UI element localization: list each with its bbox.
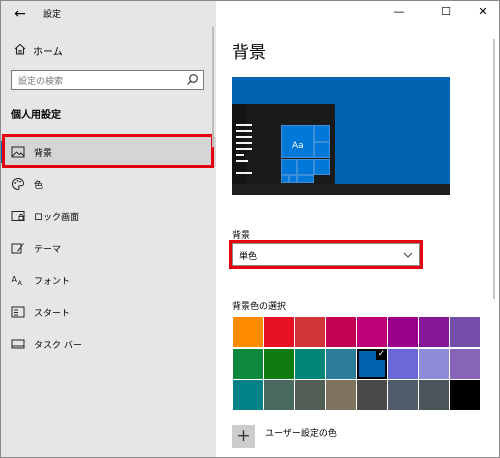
color-swatch[interactable] xyxy=(233,317,263,347)
content-scrollbar[interactable] xyxy=(493,39,495,299)
content-pane: — ☐ ✕ 背景 Aa 背景 単色 背景色の選択 ✓ + ユーザー設定の色 xyxy=(216,1,499,457)
color-swatch[interactable] xyxy=(419,348,449,379)
svg-text:A: A xyxy=(18,279,23,287)
color-swatch[interactable] xyxy=(357,317,387,347)
preview-line xyxy=(236,136,252,138)
theme-icon xyxy=(11,243,24,254)
checkmark-icon: ✓ xyxy=(376,348,387,360)
color-swatch[interactable] xyxy=(295,348,325,379)
sidebar-item-font[interactable]: A A フォント xyxy=(1,265,216,295)
preview-line xyxy=(236,154,244,156)
custom-color-label[interactable]: ユーザー設定の色 xyxy=(265,426,337,439)
search-icon[interactable] xyxy=(186,73,199,86)
color-swatch[interactable] xyxy=(450,317,480,347)
taskbar-icon xyxy=(11,339,25,349)
sidebar-scrollbar[interactable] xyxy=(212,27,214,147)
sidebar: ← 設定 ホーム 設定の検索 個人用設定 背景 色 ロック画面 テーマ A A … xyxy=(1,1,216,457)
color-swatch[interactable] xyxy=(233,380,263,410)
preview-tile xyxy=(314,159,330,175)
sidebar-item-theme[interactable]: テーマ xyxy=(1,233,216,263)
highlight-box-nav xyxy=(2,134,214,168)
search-box[interactable]: 設定の検索 xyxy=(11,70,204,90)
color-swatch[interactable] xyxy=(233,348,263,379)
sidebar-item-label: スタート xyxy=(34,309,71,319)
titlebar: ← 設定 xyxy=(1,1,216,27)
maximize-icon[interactable]: ☐ xyxy=(436,3,456,21)
home-link[interactable]: ホーム xyxy=(1,39,216,61)
preview-tile xyxy=(297,175,314,183)
color-swatch[interactable] xyxy=(388,380,418,410)
preview-line xyxy=(236,124,252,126)
preview-line xyxy=(236,148,252,150)
color-swatch[interactable] xyxy=(357,380,387,410)
preview-tile xyxy=(289,175,297,183)
minimize-icon[interactable]: — xyxy=(389,3,409,21)
color-swatch[interactable] xyxy=(264,348,294,379)
color-swatch[interactable] xyxy=(419,380,449,410)
color-swatch[interactable] xyxy=(295,380,325,410)
color-swatch[interactable] xyxy=(388,348,418,379)
sidebar-item-label: タスク バー xyxy=(34,341,82,351)
section-heading: 個人用設定 xyxy=(11,110,61,121)
sidebar-item-label: 色 xyxy=(34,181,44,191)
font-icon: A A xyxy=(12,275,23,287)
preview-line xyxy=(236,172,252,174)
color-swatch[interactable] xyxy=(326,380,356,410)
custom-color-button[interactable]: + xyxy=(232,425,255,448)
sidebar-item-label: フォント xyxy=(34,277,71,287)
sidebar-item-taskbar[interactable]: タスク バー xyxy=(1,329,216,359)
preview-line xyxy=(236,160,248,162)
app-title: 設定 xyxy=(43,10,62,20)
sidebar-item-label: ロック画面 xyxy=(34,213,80,223)
lock-screen-icon xyxy=(11,211,25,221)
color-swatch[interactable] xyxy=(419,317,449,347)
home-icon xyxy=(14,43,26,55)
preview-tile xyxy=(314,125,330,142)
settings-window: ← 設定 ホーム 設定の検索 個人用設定 背景 色 ロック画面 テーマ A A … xyxy=(0,0,500,458)
color-swatch[interactable] xyxy=(326,317,356,347)
close-icon[interactable]: ✕ xyxy=(473,3,493,21)
color-swatch[interactable] xyxy=(264,380,294,410)
color-swatch-grid: ✓ xyxy=(233,317,482,415)
color-swatch[interactable] xyxy=(264,317,294,347)
preview-line xyxy=(236,130,252,132)
highlight-box-dropdown xyxy=(229,240,423,269)
plus-icon: + xyxy=(236,426,251,446)
preview-line xyxy=(236,142,252,144)
color-swatch[interactable] xyxy=(450,348,480,379)
color-swatch[interactable] xyxy=(450,380,480,410)
page-title: 背景 xyxy=(232,43,266,63)
preview-tile xyxy=(297,159,314,175)
sidebar-item-color[interactable]: 色 xyxy=(1,169,216,199)
sidebar-item-start[interactable]: スタート xyxy=(1,297,216,327)
desktop-preview: Aa xyxy=(232,77,450,195)
palette-icon xyxy=(12,178,25,191)
home-label: ホーム xyxy=(33,47,63,58)
search-placeholder: 設定の検索 xyxy=(18,77,64,87)
preview-taskbar xyxy=(232,184,450,195)
preview-tile xyxy=(281,159,297,175)
back-arrow-icon[interactable]: ← xyxy=(11,5,29,23)
color-swatch[interactable] xyxy=(295,317,325,347)
start-icon xyxy=(11,306,25,318)
preview-tile xyxy=(281,175,289,183)
color-swatch[interactable] xyxy=(388,317,418,347)
color-swatch[interactable]: ✓ xyxy=(357,348,387,379)
sidebar-item-label: テーマ xyxy=(34,245,62,255)
preview-tile xyxy=(314,142,330,158)
preview-sample-text: Aa xyxy=(292,141,304,151)
color-section-label: 背景色の選択 xyxy=(232,302,287,312)
sidebar-item-lock-screen[interactable]: ロック画面 xyxy=(1,201,216,231)
color-swatch[interactable] xyxy=(326,348,356,379)
